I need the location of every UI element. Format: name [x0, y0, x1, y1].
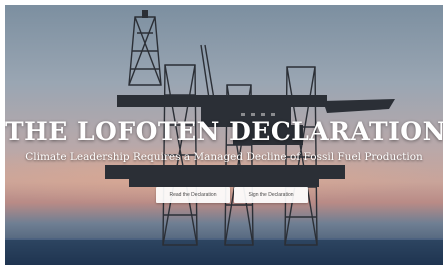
read-declaration-button[interactable]: Read the Declaration: [156, 187, 230, 203]
sign-declaration-button[interactable]: Sign the Declaration: [234, 187, 308, 203]
page-title: THE LOFOTEN DECLARATION: [5, 117, 443, 146]
hero-banner: THE LOFOTEN DECLARATION Climate Leadersh…: [5, 5, 443, 265]
page-subtitle: Climate Leadership Requires a Managed De…: [25, 151, 423, 163]
